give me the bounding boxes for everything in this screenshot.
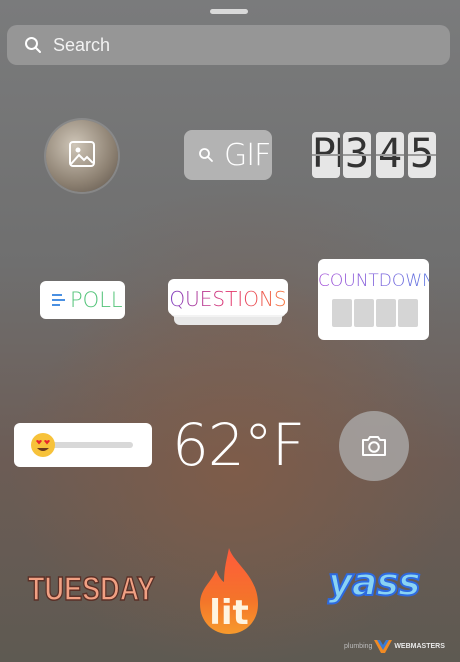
heart-eyes-emoji-icon	[31, 433, 55, 457]
temperature-sticker[interactable]: 62°F	[172, 412, 305, 478]
camera-icon	[362, 436, 386, 456]
questions-label: QUESTIONS	[169, 287, 287, 311]
search-icon	[25, 37, 41, 53]
clock-meridiem: PM	[312, 132, 340, 177]
poll-label: POLL	[70, 288, 123, 312]
emoji-slider-sticker[interactable]	[14, 423, 152, 467]
poll-lines-icon	[52, 294, 65, 306]
gif-sticker[interactable]: GIF	[184, 130, 272, 180]
gif-label: GIF	[224, 138, 271, 173]
countdown-digit-box	[332, 299, 352, 327]
photo-sticker[interactable]	[46, 120, 118, 192]
sheet-grabber-handle[interactable]	[210, 9, 248, 14]
sticker-search-bar[interactable]: Search	[7, 25, 450, 65]
watermark: plumbing WEBMASTERS	[344, 638, 445, 654]
clock-digit: 4	[377, 132, 403, 177]
clock-digit-tile: 5	[408, 132, 436, 178]
clock-digit-tile: 4	[376, 132, 404, 178]
clock-digit-tile: 3	[343, 132, 371, 178]
questions-card: QUESTIONS	[168, 279, 288, 315]
day-sticker[interactable]: TUESDAY	[27, 569, 155, 608]
countdown-label: COUNTDOWN	[318, 271, 435, 291]
lit-label: lit	[209, 593, 249, 633]
countdown-digit-box	[354, 299, 374, 327]
image-icon	[69, 141, 95, 167]
time-sticker[interactable]: PM 3 4 5	[312, 132, 436, 178]
poll-sticker[interactable]: POLL	[40, 281, 125, 319]
yass-label: yass	[327, 559, 422, 605]
clock-digit: 3	[344, 132, 370, 177]
watermark-logo-icon	[374, 640, 393, 653]
countdown-digit-box	[376, 299, 396, 327]
camera-sticker[interactable]	[339, 411, 409, 481]
watermark-prefix: plumbing	[344, 642, 373, 650]
countdown-sticker[interactable]: COUNTDOWN	[318, 259, 435, 340]
clock-meridiem-tile: PM	[312, 132, 340, 178]
countdown-digit-box	[398, 299, 418, 327]
search-placeholder: Search	[53, 35, 111, 55]
questions-sticker[interactable]: QUESTIONS	[168, 279, 288, 329]
search-icon	[199, 148, 213, 162]
watermark-brand: WEBMASTERS	[394, 642, 445, 650]
lit-flame-sticker[interactable]: lit	[194, 546, 264, 636]
yass-sticker[interactable]: yass	[327, 559, 422, 614]
clock-digit: 5	[409, 132, 435, 177]
